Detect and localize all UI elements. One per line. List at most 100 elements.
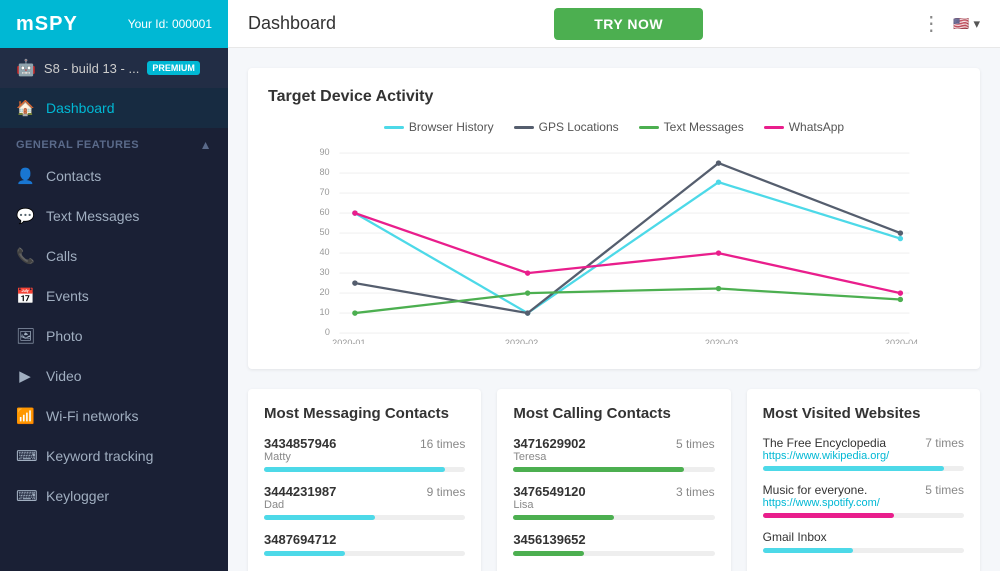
chart-legend: Browser History GPS Locations Text Messa… [268,120,960,134]
svg-text:50: 50 [319,227,329,237]
sidebar-item-photo[interactable]: 🖼 Photo [0,316,228,356]
contact-number: 3487694712 [264,532,336,547]
progress-bar [513,515,614,520]
general-features-label: GENERAL FEATURES ▲ [0,128,228,156]
contact-row: 3444231987 Dad 9 times [264,484,465,511]
contact-name: Matty [264,451,336,463]
site-row: Gmail Inbox [763,530,964,544]
sidebar-item-label: Text Messages [46,208,139,224]
contact-row: 3456139652 [513,532,714,547]
site-url[interactable]: https://www.spotify.com/ [763,497,880,509]
progress-bar-bg [264,467,465,472]
calls-icon: 📞 [16,247,34,265]
sidebar-item-text-messages[interactable]: 💬 Text Messages [0,196,228,236]
svg-text:80: 80 [319,167,329,177]
list-item: Music for everyone. https://www.spotify.… [763,483,964,518]
legend-label: GPS Locations [539,120,619,134]
list-item: 3456139652 [513,532,714,556]
activity-chart-card: Target Device Activity Browser History G… [248,68,980,369]
sidebar-item-label: Dashboard [46,100,115,116]
sidebar-nav: 🏠 Dashboard GENERAL FEATURES ▲ 👤 Contact… [0,88,228,571]
topbar-right: ⋮ 🇺🇸 ▾ [921,11,980,36]
sidebar-item-contacts[interactable]: 👤 Contacts [0,156,228,196]
sidebar-item-dashboard[interactable]: 🏠 Dashboard [0,88,228,128]
messaging-card-title: Most Messaging Contacts [264,405,465,422]
legend-label: Browser History [409,120,494,134]
contact-row: 3487694712 [264,532,465,547]
contact-name: Lisa [513,499,585,511]
svg-text:10: 10 [319,307,329,317]
sidebar-item-keylogger[interactable]: ⌨ Keylogger [0,476,228,516]
sidebar-item-label: Wi-Fi networks [46,408,139,424]
device-name: S8 - build 13 - ... [44,61,139,76]
contact-row: 3471629902 Teresa 5 times [513,436,714,463]
list-item: 3487694712 [264,532,465,556]
progress-bar [513,551,583,556]
wifi-icon: 📶 [16,407,34,425]
sidebar-item-wifi[interactable]: 📶 Wi-Fi networks [0,396,228,436]
contact-times: 16 times [420,437,465,451]
svg-text:90: 90 [319,147,329,157]
contact-number: 3434857946 [264,436,336,451]
progress-bar [264,551,345,556]
site-times: 5 times [925,483,964,497]
list-item: 3471629902 Teresa 5 times [513,436,714,472]
language-selector[interactable]: 🇺🇸 ▾ [953,16,980,32]
main-content: Dashboard TRY NOW ⋮ 🇺🇸 ▾ Target Device A… [228,0,1000,571]
sidebar-item-label: Calls [46,248,77,264]
sidebar-item-label: Photo [46,328,83,344]
site-name: Gmail Inbox [763,530,827,544]
cards-row: Most Messaging Contacts 3434857946 Matty… [248,389,980,571]
try-now-button[interactable]: TRY NOW [554,8,703,40]
contact-number: 3444231987 [264,484,336,499]
photo-icon: 🖼 [16,327,34,345]
progress-bar [763,548,854,553]
legend-color-browser [384,126,404,129]
legend-whatsapp: WhatsApp [764,120,844,134]
chart-svg: 0 10 20 30 40 50 60 70 80 90 [268,144,960,344]
android-icon: 🤖 [16,58,36,78]
chevron-down-icon: ▾ [973,16,980,32]
site-row: The Free Encyclopedia https://www.wikipe… [763,436,964,462]
premium-badge: PREMIUM [147,61,200,75]
legend-text-messages: Text Messages [639,120,744,134]
sidebar-item-events[interactable]: 📅 Events [0,276,228,316]
sidebar-item-label: Events [46,288,89,304]
sidebar: mSPY Your Id: 000001 🤖 S8 - build 13 - .… [0,0,228,571]
dashboard-content: Target Device Activity Browser History G… [228,48,1000,571]
line-chart: 0 10 20 30 40 50 60 70 80 90 [268,144,960,349]
calling-card-title: Most Calling Contacts [513,405,714,422]
site-row: Music for everyone. https://www.spotify.… [763,483,964,509]
contact-row: 3434857946 Matty 16 times [264,436,465,463]
legend-label: Text Messages [664,120,744,134]
progress-bar [513,467,684,472]
svg-text:20: 20 [319,287,329,297]
list-item: 3476549120 Lisa 3 times [513,484,714,520]
sidebar-item-video[interactable]: ▶ Video [0,356,228,396]
more-options-icon[interactable]: ⋮ [921,11,941,36]
legend-browser-history: Browser History [384,120,494,134]
home-icon: 🏠 [16,99,34,117]
calling-contacts-card: Most Calling Contacts 3471629902 Teresa … [497,389,730,571]
sidebar-item-label: Keylogger [46,488,109,504]
svg-text:30: 30 [319,267,329,277]
site-url[interactable]: https://www.wikipedia.org/ [763,450,890,462]
sidebar-item-label: Contacts [46,168,101,184]
svg-text:2020-03: 2020-03 [705,338,738,344]
list-item: Gmail Inbox [763,530,964,553]
contact-number: 3471629902 [513,436,585,451]
contact-times: 3 times [676,485,715,499]
sidebar-item-calls[interactable]: 📞 Calls [0,236,228,276]
legend-color-whatsapp [764,126,784,129]
chart-title: Target Device Activity [268,88,960,106]
websites-card: Most Visited Websites The Free Encyclope… [747,389,980,571]
site-name: Music for everyone. [763,483,880,497]
contacts-icon: 👤 [16,167,34,185]
progress-bar-bg [763,548,964,553]
svg-text:60: 60 [319,207,329,217]
sidebar-item-keyword-tracking[interactable]: ⌨ Keyword tracking [0,436,228,476]
svg-text:70: 70 [319,187,329,197]
flag-icon: 🇺🇸 [953,16,969,32]
sidebar-item-label: Keyword tracking [46,448,153,464]
progress-bar-bg [513,515,714,520]
